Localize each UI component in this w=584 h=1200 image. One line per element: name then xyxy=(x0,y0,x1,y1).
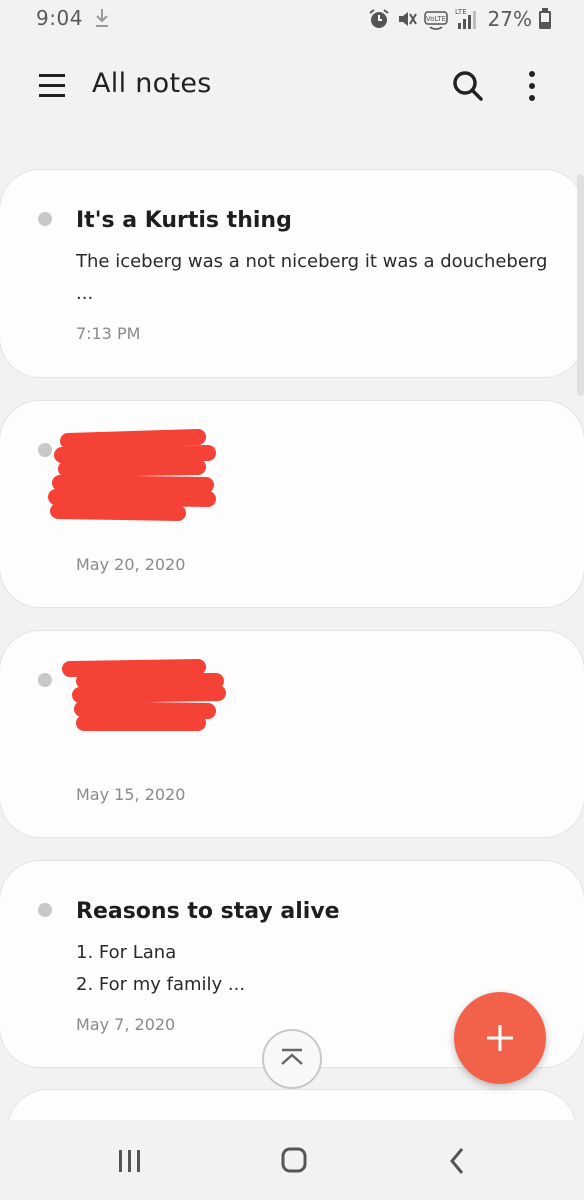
alarm-icon xyxy=(368,9,389,28)
note-date: 7:13 PM xyxy=(76,324,141,343)
status-icons: VoLTE LTE 27% xyxy=(368,6,552,32)
plus-icon xyxy=(487,1025,513,1051)
home-icon[interactable] xyxy=(274,1144,314,1178)
note-body-line: The iceberg was a not niceberg it was a … xyxy=(76,251,548,272)
lte-signal-icon: LTE xyxy=(455,8,476,29)
svg-text:LTE: LTE xyxy=(455,8,467,16)
note-title: Reasons to stay alive xyxy=(76,899,340,924)
page-title: All notes xyxy=(92,68,212,99)
battery-icon xyxy=(539,8,551,29)
scroll-to-top-icon xyxy=(281,1048,303,1065)
recent-apps-icon[interactable] xyxy=(110,1144,150,1178)
search-icon[interactable] xyxy=(448,66,488,106)
scroll-to-top-button[interactable] xyxy=(262,1029,322,1089)
add-note-button[interactable] xyxy=(454,992,546,1084)
note-date: May 20, 2020 xyxy=(76,555,186,574)
battery-percent: 27% xyxy=(487,7,532,31)
redaction-scribble xyxy=(62,659,226,731)
note-dot xyxy=(38,673,52,687)
back-icon[interactable] xyxy=(438,1144,478,1178)
note-date: May 15, 2020 xyxy=(76,785,186,804)
note-dot xyxy=(38,212,52,226)
note-card[interactable]: May 15, 2020 xyxy=(0,631,584,837)
volte-icon: VoLTE xyxy=(423,11,448,30)
mute-icon xyxy=(398,12,417,26)
svg-text:VoLTE: VoLTE xyxy=(425,15,445,23)
notes-screen: 9:04 VoLTE LTE 27% All notes It's a Kurt… xyxy=(0,0,584,1200)
note-dot xyxy=(38,903,52,917)
note-title: It's a Kurtis thing xyxy=(76,208,292,233)
more-options-icon[interactable] xyxy=(518,66,546,106)
download-icon xyxy=(96,9,108,27)
hamburger-menu-icon[interactable] xyxy=(34,68,70,104)
scrollbar[interactable] xyxy=(577,174,584,396)
redaction-scribble xyxy=(48,429,216,521)
note-card[interactable]: It's a Kurtis thing The iceberg was a no… xyxy=(0,170,584,377)
status-bar: 9:04 VoLTE LTE 27% xyxy=(0,0,584,40)
note-card[interactable]: May 20, 2020 xyxy=(0,401,584,607)
app-bar: All notes xyxy=(0,40,584,132)
note-body-line: ... xyxy=(76,283,94,304)
navigation-bar xyxy=(0,1120,584,1200)
status-time: 9:04 xyxy=(36,6,83,30)
note-body-line: 2. For my family ... xyxy=(76,974,246,995)
note-body-line: 1. For Lana xyxy=(76,942,177,963)
note-date: May 7, 2020 xyxy=(76,1015,176,1034)
